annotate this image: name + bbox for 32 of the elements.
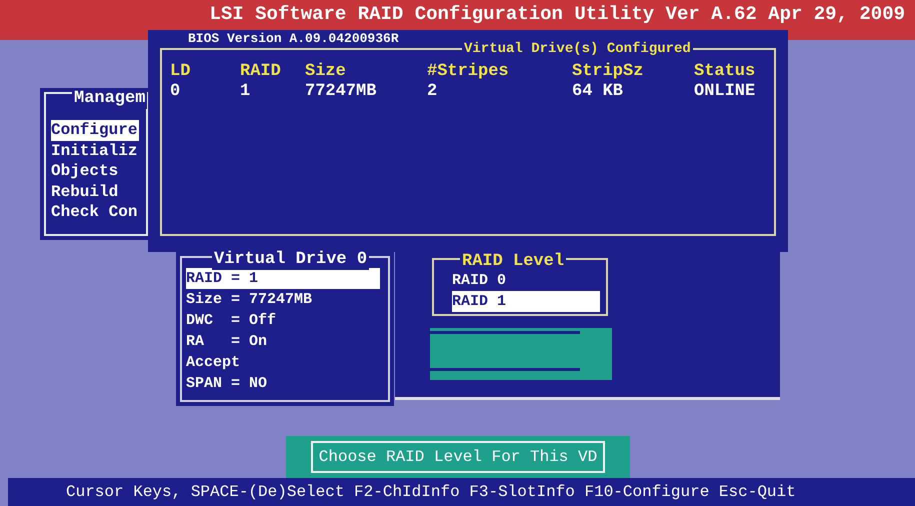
bios-version: BIOS Version A.09.04200936R	[188, 32, 399, 46]
window-title: LSI Software RAID Configuration Utility Ver A.62 Apr 29, 2009	[209, 2, 905, 27]
column-header: LD	[170, 62, 192, 82]
panel-title: Virtual Drive 0	[212, 250, 370, 270]
menu-item[interactable]: DWC = Off	[186, 310, 380, 331]
table-cell-text: 1	[240, 82, 252, 102]
panel-title: Managem	[72, 89, 148, 109]
table-cell-text: 77247MB	[305, 82, 378, 102]
column-header: RAID	[240, 62, 282, 82]
table-cell-text: ONLINE	[694, 82, 756, 102]
menu-item[interactable]: Objects	[51, 161, 120, 182]
table-cell-text: 64 KB	[572, 82, 624, 102]
message-text: Choose RAID Level For This VD	[310, 441, 606, 473]
table-cell-text: 2	[427, 82, 438, 102]
menu-item[interactable]: Size = 77247MB	[186, 289, 380, 310]
menu-item[interactable]: SPAN = NO	[186, 373, 380, 394]
column-header: Status	[694, 62, 756, 82]
status-text: Cursor Keys, SPACE-(De)Select F2-ChIdInfo F3-SlotInfo F10-Configure Esc-Quit	[66, 483, 796, 501]
menu-item[interactable]: Check Con	[51, 202, 140, 222]
list-title: Virtual Drive(s) Configured	[462, 40, 693, 58]
menu-item[interactable]: Configure	[51, 120, 140, 140]
table-cell-text: 0	[170, 82, 182, 102]
menu-item[interactable]: Rebuild	[51, 182, 120, 202]
option-item[interactable]: RAID 0	[452, 270, 600, 291]
menu-item[interactable]: RAID = 1	[186, 268, 380, 289]
column-header: #Stripes	[427, 62, 510, 82]
menu-item[interactable]: Accept	[186, 352, 380, 373]
menu-item[interactable]: Initializ	[51, 140, 140, 161]
column-header: Size	[305, 62, 347, 82]
menu-item[interactable]: RA = On	[186, 331, 380, 352]
column-header: StripSz	[572, 62, 644, 82]
option-item[interactable]: RAID 1	[452, 291, 600, 312]
